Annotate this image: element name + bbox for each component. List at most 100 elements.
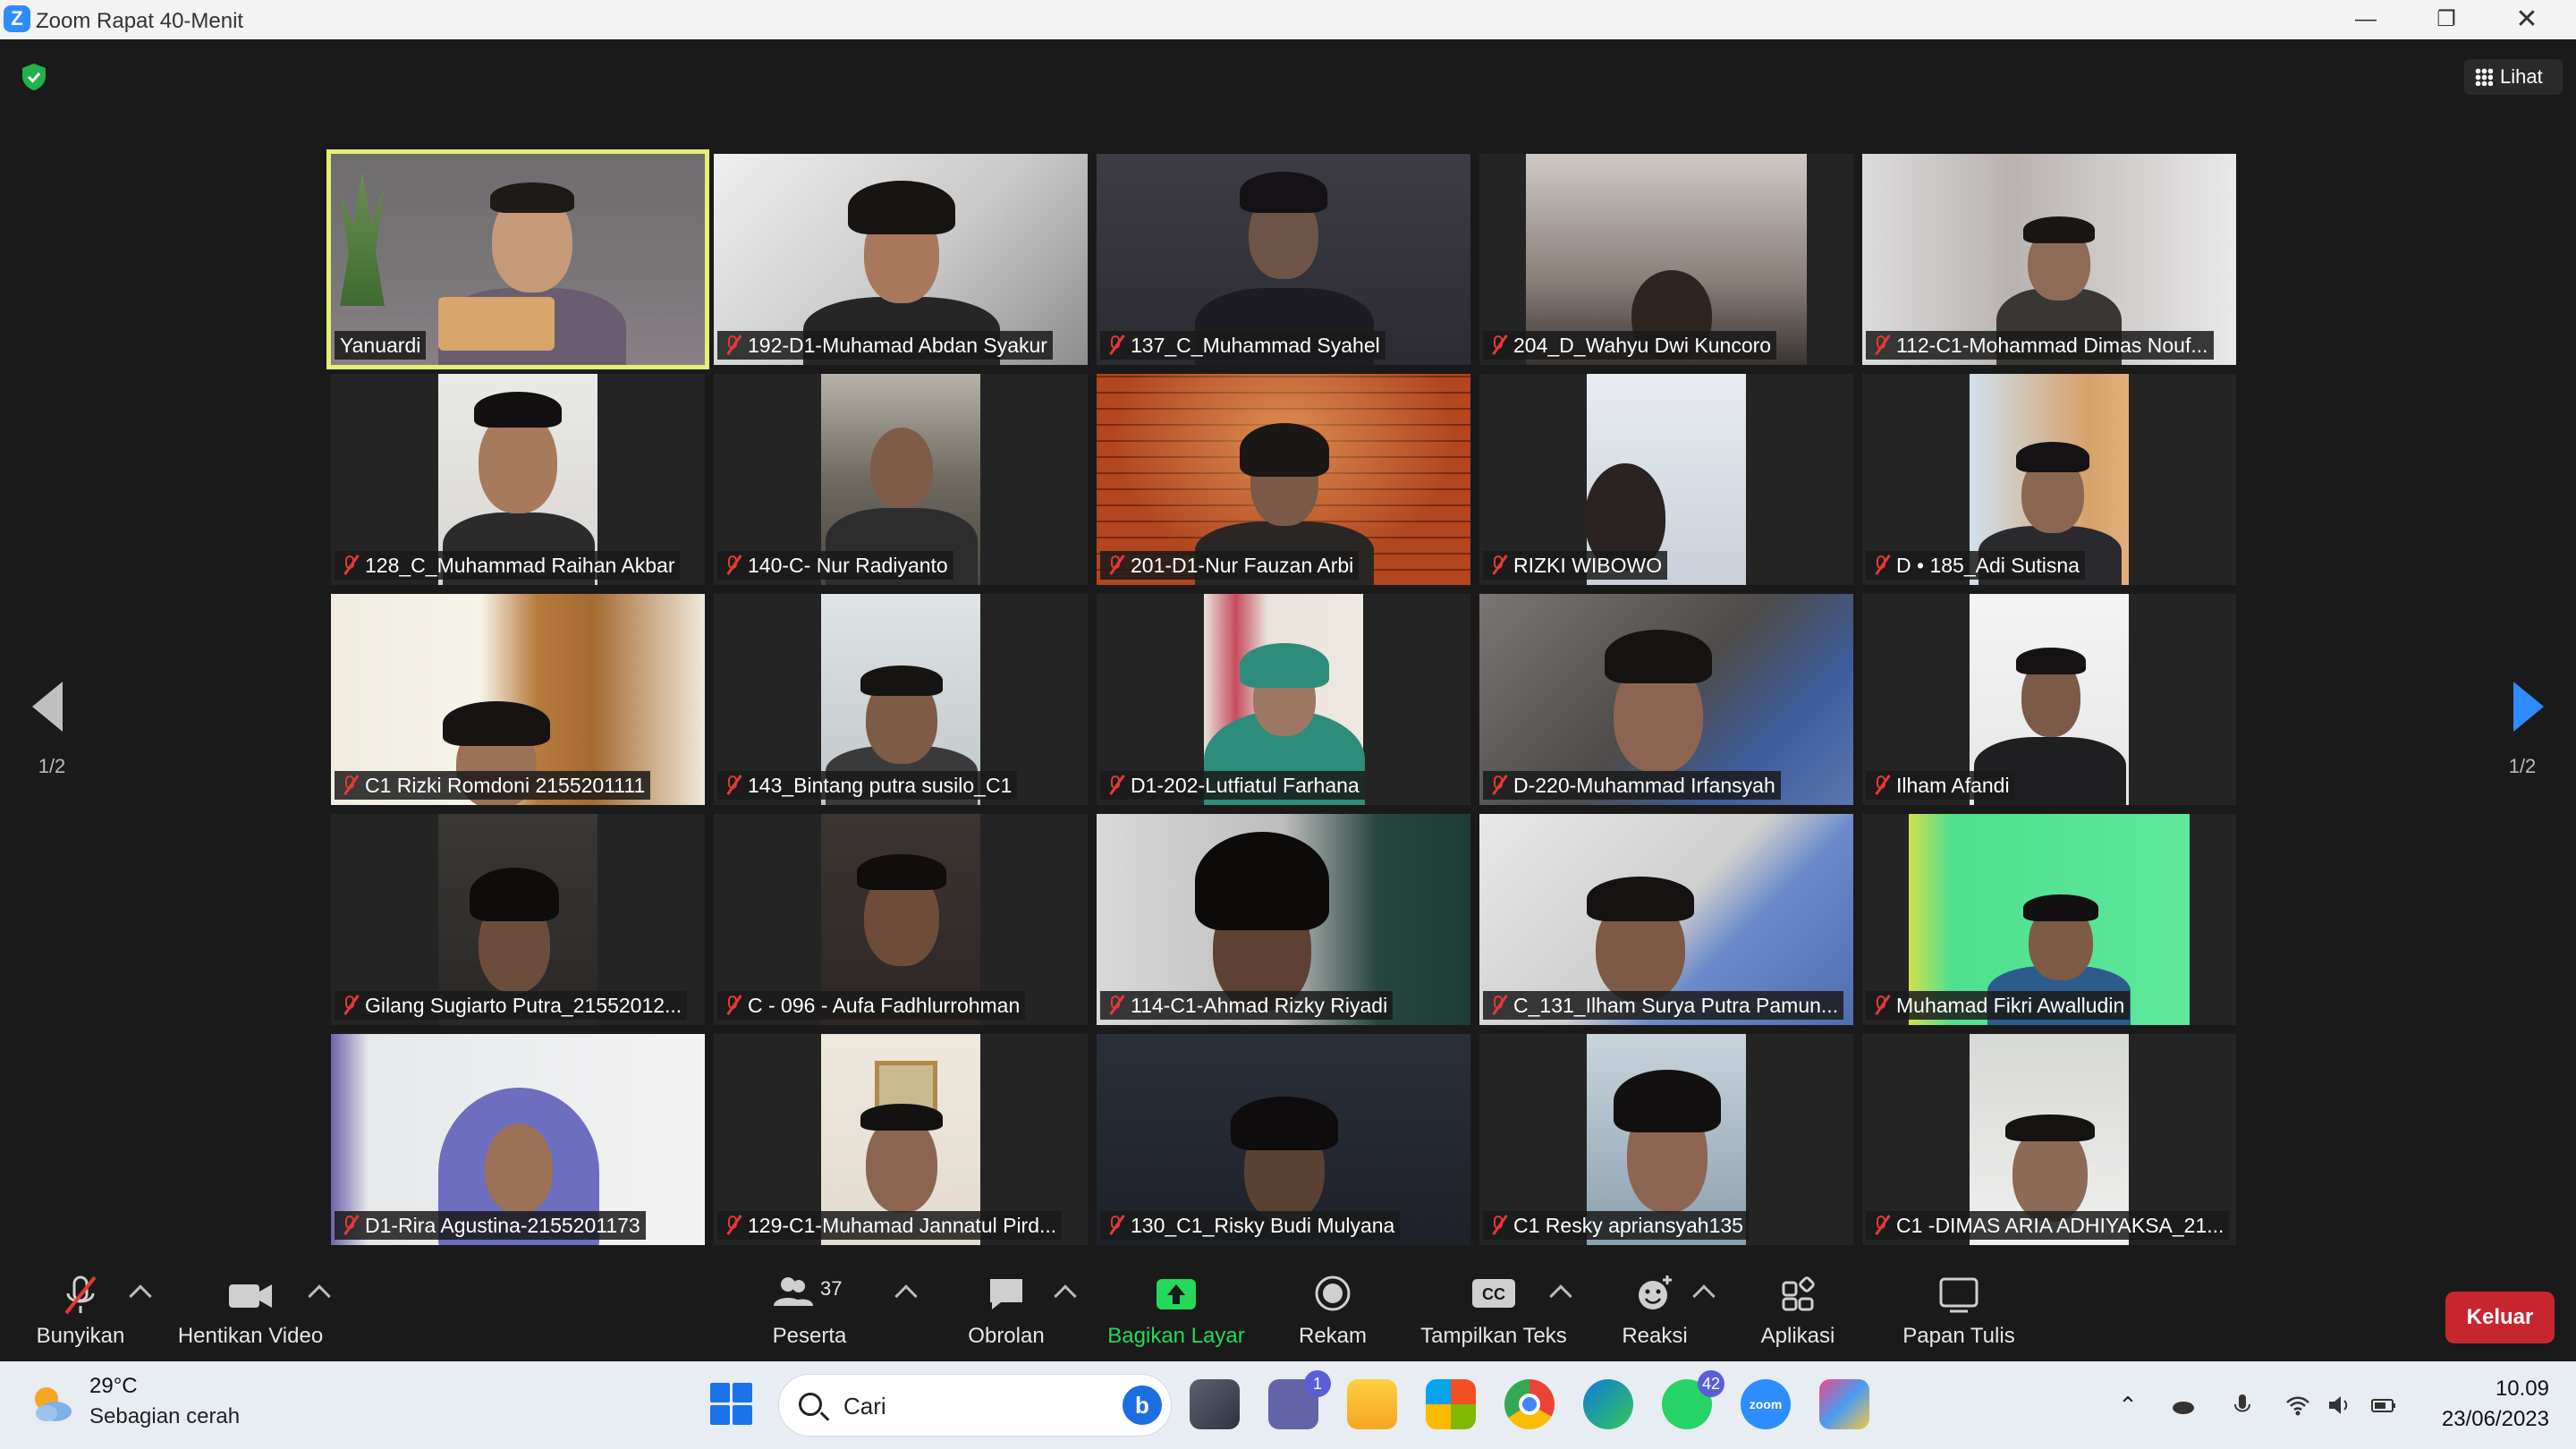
teams-notification-badge: 1 (1304, 1370, 1331, 1397)
video-tile[interactable]: Ilham Afandi (1862, 594, 2236, 805)
task-view-icon[interactable] (1190, 1379, 1240, 1429)
next-page-button[interactable]: 1/2 (2496, 674, 2549, 800)
closed-captions-icon: CC (1472, 1279, 1515, 1308)
participant-name-label: C1 Rizki Romdoni 2155201111 (335, 771, 651, 800)
participant-name-label: 140-C- Nur Radiyanto (717, 551, 953, 580)
app-cube-icon[interactable] (1819, 1379, 1869, 1429)
battery-icon[interactable] (2370, 1392, 2397, 1419)
reactions-button[interactable]: Reaksi (1610, 1272, 1699, 1349)
stop-video-button[interactable]: Hentikan Video (170, 1272, 331, 1349)
windows-start-icon[interactable] (710, 1383, 753, 1426)
video-tile[interactable]: Muhamad Fikri Awalludin (1862, 814, 2236, 1025)
participant-name-label: Ilham Afandi (1866, 771, 2015, 800)
microsoft-store-icon[interactable] (1426, 1379, 1476, 1429)
restore-button[interactable]: ❐ (2406, 0, 2487, 39)
video-tile[interactable]: C1 Resky apriansyah135 (1479, 1034, 1853, 1245)
video-tile[interactable]: Yanuardi (326, 149, 709, 369)
video-tile[interactable]: 128_C_Muhammad Raihan Akbar (331, 374, 705, 585)
video-tile[interactable]: Gilang Sugiarto Putra_21552012... (331, 814, 705, 1025)
muted-mic-icon (340, 774, 360, 796)
minimize-button[interactable]: — (2326, 0, 2406, 39)
participant-name-label: 201-D1-Nur Fauzan Arbi (1100, 551, 1360, 580)
video-tile[interactable]: 192-D1-Muhamad Abdan Syakur (714, 154, 1088, 365)
edge-icon[interactable] (1583, 1379, 1633, 1429)
video-tile[interactable]: 140-C- Nur Radiyanto (714, 374, 1088, 585)
onedrive-icon[interactable] (2170, 1392, 2197, 1419)
video-tile[interactable]: 129-C1-Muhamad Jannatul Pird... (714, 1034, 1088, 1245)
video-tile[interactable]: D • 185_Adi Sutisna (1862, 374, 2236, 585)
zoom-app-icon[interactable]: zoom (1741, 1379, 1791, 1429)
title-bar: Z Zoom Rapat 40-Menit — ❐ ✕ (0, 0, 2576, 39)
taskbar-search-box[interactable]: Cari b (778, 1374, 1172, 1436)
encryption-shield-icon[interactable] (21, 63, 47, 91)
unmute-button[interactable]: Bunyikan (27, 1272, 134, 1349)
participant-name-label: 129-C1-Muhamad Jannatul Pird... (717, 1211, 1063, 1240)
video-tile[interactable]: 112-C1-Mohammad Dimas Nouf... (1862, 154, 2236, 365)
muted-mic-icon (1106, 1214, 1125, 1236)
participant-name-label: C1 Resky apriansyah135 (1483, 1211, 1749, 1240)
participant-name-label: 112-C1-Mohammad Dimas Nouf... (1866, 331, 2214, 360)
bing-icon[interactable]: b (1123, 1385, 1162, 1425)
video-tile[interactable]: 204_D_Wahyu Dwi Kuncoro (1479, 154, 1853, 365)
share-screen-button[interactable]: Bagikan Layar (1100, 1272, 1252, 1349)
arrow-left-icon (32, 682, 63, 732)
video-tile[interactable]: 201-D1-Nur Fauzan Arbi (1097, 374, 1470, 585)
video-tile[interactable]: 143_Bintang putra susilo_C1 (714, 594, 1088, 805)
apps-button[interactable]: Aplikasi (1744, 1272, 1852, 1349)
svg-text:CC: CC (1482, 1285, 1505, 1303)
arrow-right-icon (2513, 682, 2544, 732)
video-tile[interactable]: RIZKI WIBOWO (1479, 374, 1853, 585)
video-tile[interactable]: C - 096 - Aufa Fadhlurrohman (714, 814, 1088, 1025)
muted-mic-icon (340, 1214, 360, 1236)
video-tile[interactable]: C_131_Ilham Surya Putra Pamun... (1479, 814, 1853, 1025)
video-tile[interactable]: 114-C1-Ahmad Rizky Riyadi (1097, 814, 1470, 1025)
video-tile[interactable]: D1-202-Lutfiatul Farhana (1097, 594, 1470, 805)
chevron-up-icon[interactable]: ⌃ (2114, 1392, 2141, 1419)
record-button[interactable]: Rekam (1288, 1272, 1377, 1349)
microphone-icon[interactable] (2229, 1392, 2256, 1419)
taskbar-clock[interactable]: 10.09 23/06/2023 (2415, 1374, 2549, 1435)
teams-chat-icon[interactable]: 1 (1268, 1370, 1331, 1429)
speaker-icon[interactable] (2326, 1392, 2352, 1419)
video-tile[interactable]: D-220-Muhammad Irfansyah (1479, 594, 1853, 805)
meeting-area: Lihat 1/2 1/2 Yanuardi 192-D1-Muhamad Ab… (0, 39, 2576, 1256)
participants-options-caret[interactable] (894, 1284, 918, 1308)
muted-mic-icon (1488, 334, 1508, 356)
whatsapp-icon[interactable]: 42 (1662, 1370, 1724, 1429)
muted-mic-icon (1871, 994, 1891, 1016)
muted-mic-icon (723, 994, 742, 1016)
weather-temperature[interactable]: 29°C (89, 1374, 138, 1399)
chat-button[interactable]: Obrolan (957, 1272, 1055, 1349)
weather-partly-sunny-icon[interactable] (27, 1379, 75, 1428)
muted-mic-icon (723, 554, 742, 576)
whiteboard-button[interactable]: Papan Tulis (1896, 1272, 2021, 1349)
video-tile[interactable]: 137_C_Muhammad Syahel (1097, 154, 1470, 365)
participant-name-label: 130_C1_Risky Budi Mulyana (1100, 1211, 1401, 1240)
view-button[interactable]: Lihat (2464, 59, 2563, 95)
muted-mic-icon (340, 554, 360, 576)
chrome-icon[interactable] (1504, 1379, 1555, 1429)
participant-name-label: C1 -DIMAS ARIA ADHIYAKSA_21... (1866, 1211, 2230, 1240)
participants-button[interactable]: 37 Peserta (760, 1272, 859, 1349)
windows-taskbar: 29°C Sebagian cerah Cari b 1 42 zoom ⌃ 1… (0, 1361, 2576, 1449)
leave-meeting-button[interactable]: Keluar (2445, 1292, 2555, 1343)
previous-page-button[interactable]: 1/2 (25, 674, 79, 800)
search-placeholder: Cari (843, 1393, 886, 1419)
video-tile[interactable]: D1-Rira Agustina-2155201173 (331, 1034, 705, 1245)
video-tile[interactable]: C1 -DIMAS ARIA ADHIYAKSA_21... (1862, 1034, 2236, 1245)
participant-name-label: D1-Rira Agustina-2155201173 (335, 1211, 646, 1240)
close-button[interactable]: ✕ (2487, 0, 2567, 39)
video-tile[interactable]: C1 Rizki Romdoni 2155201111 (331, 594, 705, 805)
window-title: Zoom Rapat 40-Menit (36, 9, 244, 33)
chat-options-caret[interactable] (1054, 1284, 1077, 1308)
file-explorer-icon[interactable] (1347, 1379, 1397, 1429)
muted-mic-icon (1488, 1214, 1508, 1236)
muted-mic-icon (723, 1214, 742, 1236)
video-tile[interactable]: 130_C1_Risky Budi Mulyana (1097, 1034, 1470, 1245)
show-captions-button[interactable]: CC Tampilkan Teks (1413, 1272, 1574, 1349)
muted-mic-icon (340, 994, 360, 1016)
muted-mic-icon (1871, 774, 1891, 796)
wifi-icon[interactable] (2284, 1392, 2311, 1419)
weather-description[interactable]: Sebagian cerah (89, 1404, 240, 1429)
participant-name-label: C - 096 - Aufa Fadhlurrohman (717, 991, 1026, 1020)
